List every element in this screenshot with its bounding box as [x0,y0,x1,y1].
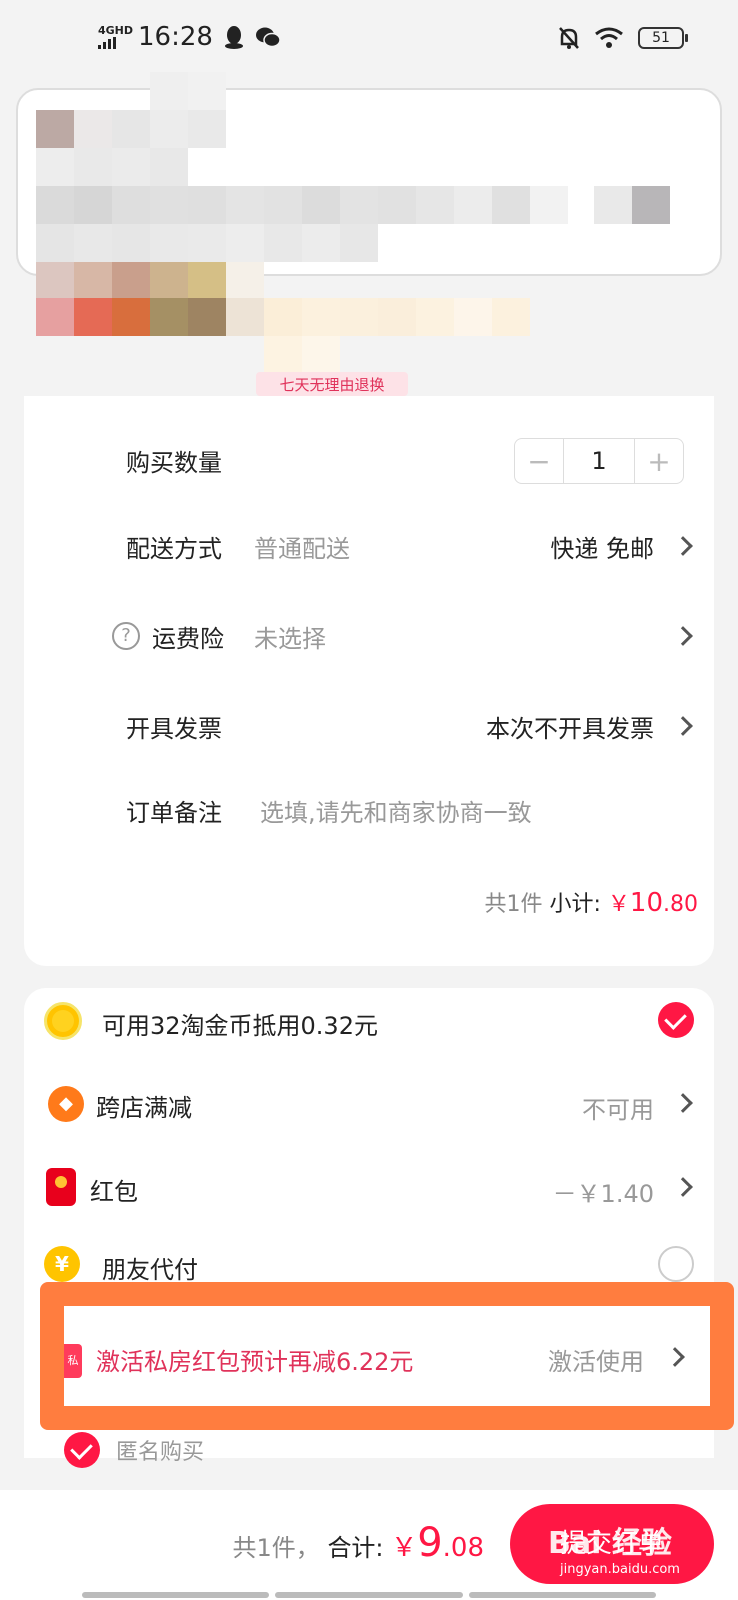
increment-button[interactable]: + [635,439,683,483]
quantity-value[interactable]: 1 [563,439,635,483]
order-details-panel: 购买数量 − 1 + 配送方式 普通配送 快递 免邮 ? 运费险 未选择 开具发… [24,396,714,966]
red-packet-value: －￥1.40 [552,1180,654,1208]
clock: 16:28 [138,22,213,52]
coupon-icon: ◆ [48,1086,84,1122]
activate-use-link[interactable]: 激活使用 [548,1342,644,1377]
network-type: 4GHD [98,24,134,37]
chevron-right-icon [673,536,693,556]
qq-icon [224,26,243,49]
highlighted-private-red-packet-row[interactable]: 私 激活私房红包预计再减6.22元 激活使用 [40,1282,734,1430]
anonymous-purchase-row[interactable]: 匿名购买 [48,1432,204,1468]
delivery-row[interactable]: 配送方式 普通配送 快递 免邮 [24,516,714,576]
refund-policy-tag: 七天无理由退换 [256,372,408,396]
insurance-label: 运费险 [152,624,224,653]
taobao-coins-row[interactable]: 可用32淘金币抵用0.32元 [24,992,714,1052]
friend-pay-icon: ¥ [44,1246,80,1282]
invoice-label: 开具发票 [126,714,222,743]
quantity-label: 购买数量 [126,448,222,477]
chevron-right-icon [673,1177,693,1197]
friend-pay-radio[interactable] [658,1246,694,1282]
order-note-row: 订单备注 选填,请先和商家协商一致 [24,780,714,840]
delivery-sub: 普通配送 [254,534,350,563]
decrement-button[interactable]: − [515,439,563,483]
shipping-insurance-row[interactable]: ? 运费险 未选择 [24,606,714,666]
anonymous-checkbox[interactable] [64,1432,100,1468]
delivery-label: 配送方式 [126,534,222,563]
anonymous-label: 匿名购买 [116,1440,205,1465]
nav-gesture-bar [82,1592,656,1598]
coins-label: 可用32淘金币抵用0.32元 [102,1012,378,1040]
chevron-right-icon [665,1347,685,1367]
subtotal-label: 小计: [549,892,601,917]
order-total: 共1件， 合计: ￥9.08 [233,1520,484,1566]
subtotal-price: ￥10.80 [607,888,698,918]
mute-bell-icon [559,27,579,49]
quantity-row: 购买数量 − 1 + [24,430,714,490]
private-red-packet-label: 激活私房红包预计再减6.22元 [96,1348,414,1376]
wechat-icon [255,27,281,48]
chevron-right-icon [673,1093,693,1113]
red-packet-icon [46,1168,76,1206]
cross-store-discount-row[interactable]: ◆ 跨店满减 不可用 [24,1074,714,1134]
red-packet-row[interactable]: 红包 －￥1.40 [24,1158,714,1218]
signal-icon [98,37,128,49]
total-count: 共1件， [232,1534,320,1562]
subtotal: 共1件 小计: ￥10.80 [484,886,698,918]
order-note-input[interactable]: 选填,请先和商家协商一致 [260,793,532,828]
note-label: 订单备注 [126,798,222,827]
delivery-value: 快递 免邮 [550,534,654,563]
subtotal-count: 共1件 [484,892,543,917]
quantity-stepper[interactable]: − 1 + [514,438,684,484]
coin-icon [44,1002,82,1040]
battery-icon: 51 [638,27,688,49]
wifi-icon [595,27,623,48]
total-price: ￥9.08 [391,1520,484,1566]
checkout-bar: 共1件， 合计: ￥9.08 提交订单 Bai 经验 jingyan.baidu… [0,1490,738,1600]
invoice-row[interactable]: 开具发票 本次不开具发票 [24,696,714,756]
total-label: 合计: [327,1534,384,1562]
cross-store-value: 不可用 [582,1096,654,1124]
insurance-sub: 未选择 [254,624,326,653]
private-red-packet-icon: 私 [64,1344,82,1378]
coins-checkbox[interactable] [658,1002,694,1038]
network-indicator: 4GHD [98,24,134,49]
cross-store-label: 跨店满减 [96,1094,192,1122]
submit-order-button[interactable]: 提交订单 [510,1504,714,1584]
invoice-value: 本次不开具发票 [486,714,654,743]
friend-pay-label: 朋友代付 [102,1256,198,1284]
red-packet-label: 红包 [90,1178,138,1206]
help-icon[interactable]: ? [112,622,140,650]
chevron-right-icon [673,626,693,646]
chevron-right-icon [673,716,693,736]
